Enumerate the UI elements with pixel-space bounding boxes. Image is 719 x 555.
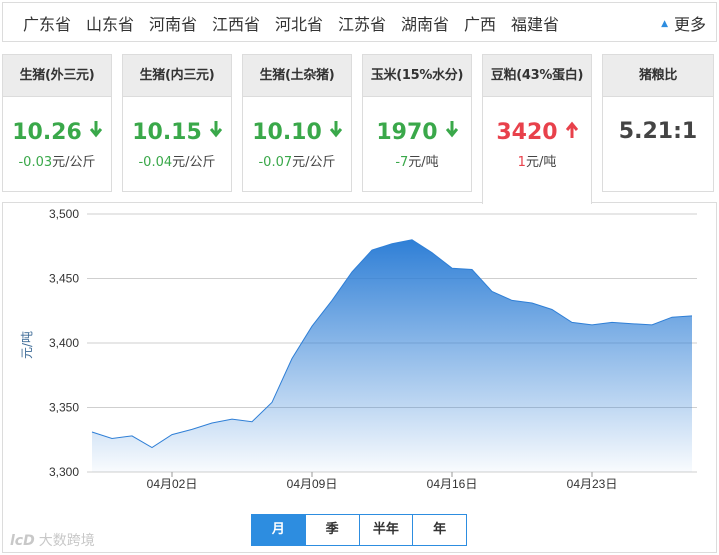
- card-change: -0.07元/公斤: [243, 151, 351, 170]
- card-title: 玉米(15%水分): [363, 55, 471, 97]
- triangle-up-icon: ▲: [661, 19, 668, 29]
- change-value: -0.04: [138, 155, 173, 170]
- card-price: 3420: [483, 119, 591, 145]
- y-tick-label: 3,450: [49, 272, 79, 286]
- more-button[interactable]: ▲ 更多: [661, 11, 706, 35]
- card-price: 1970: [363, 119, 471, 145]
- province-fujian[interactable]: 福建省: [511, 11, 559, 35]
- card-title: 豆粕(43%蛋白): [483, 55, 591, 97]
- tab-month[interactable]: 月: [252, 515, 306, 545]
- price-card-pig-local[interactable]: 生猪(土杂猪) 10.10 -0.07元/公斤: [242, 54, 352, 192]
- province-guangxi[interactable]: 广西: [464, 11, 496, 35]
- change-value: -7: [395, 155, 409, 170]
- x-tick-label: 04月02日: [147, 477, 198, 491]
- change-value: 1: [517, 155, 526, 170]
- price-card-corn[interactable]: 玉米(15%水分) 1970 -7元/吨: [362, 54, 472, 192]
- watermark-logo: lcD: [10, 533, 35, 549]
- card-price: 10.15: [123, 119, 231, 145]
- change-unit: 元/吨: [408, 155, 439, 170]
- y-tick-label: 3,300: [49, 465, 79, 479]
- province-shandong[interactable]: 山东省: [86, 11, 134, 35]
- price-card-pig-grain-ratio[interactable]: 猪粮比 5.21:1: [602, 54, 714, 192]
- card-price: 10.26: [3, 119, 111, 145]
- y-tick-label: 3,400: [49, 336, 79, 350]
- tab-half-year[interactable]: 半年: [360, 515, 414, 545]
- tab-quarter[interactable]: 季: [306, 515, 360, 545]
- arrow-down-icon: [329, 119, 342, 144]
- price-card-pig-outer[interactable]: 生猪(外三元) 10.26 -0.03元/公斤: [2, 54, 112, 192]
- province-henan[interactable]: 河南省: [149, 11, 197, 35]
- province-hunan[interactable]: 湖南省: [401, 11, 449, 35]
- province-hebei[interactable]: 河北省: [275, 11, 323, 35]
- arrow-down-icon: [89, 119, 102, 144]
- price-chart: 3,300 3,350 3,400 3,450 3,500 04月02日 04月09日 04月…: [20, 207, 697, 491]
- y-tick-label: 3,500: [49, 207, 79, 221]
- change-value: -0.03: [18, 155, 53, 170]
- period-tabs: 月 季 半年 年: [251, 514, 467, 546]
- y-axis-label: 元/吨: [20, 331, 34, 359]
- watermark-text: 大数跨境: [38, 533, 95, 549]
- arrow-up-icon: [565, 119, 578, 144]
- tab-year[interactable]: 年: [413, 515, 466, 545]
- x-tick-label: 04月16日: [427, 477, 478, 491]
- x-tick-label: 04月23日: [567, 477, 618, 491]
- province-jiangsu[interactable]: 江苏省: [338, 11, 386, 35]
- change-unit: 元/公斤: [172, 155, 216, 170]
- card-title: 猪粮比: [603, 55, 713, 97]
- province-bar: 广东省 山东省 河南省 江西省 河北省 江苏省 湖南省 广西 福建省 ▲ 更多: [2, 2, 717, 42]
- change-unit: 元/公斤: [52, 155, 96, 170]
- price-card-pig-inner[interactable]: 生猪(内三元) 10.15 -0.04元/公斤: [122, 54, 232, 192]
- arrow-down-icon: [445, 119, 458, 144]
- change-unit: 元/公斤: [292, 155, 336, 170]
- y-tick-label: 3,350: [49, 401, 79, 415]
- price-card-soymeal[interactable]: 豆粕(43%蛋白) 3420 1元/吨: [482, 54, 592, 204]
- more-label: 更多: [673, 15, 706, 34]
- card-price: 10.10: [243, 119, 351, 145]
- chart-panel: 3,300 3,350 3,400 3,450 3,500 04月02日 04月09日 04月…: [2, 202, 717, 553]
- card-title: 生猪(外三元): [3, 55, 111, 97]
- card-change: -0.04元/公斤: [123, 151, 231, 170]
- watermark: lcD 大数跨境: [10, 530, 95, 550]
- card-change: -0.03元/公斤: [3, 151, 111, 170]
- price-value: 3420: [496, 120, 558, 145]
- card-change: -7元/吨: [363, 151, 471, 170]
- card-price: 5.21:1: [603, 119, 713, 144]
- price-value: 10.10: [252, 120, 322, 145]
- price-value: 10.26: [12, 120, 82, 145]
- price-value: 5.21:1: [618, 119, 698, 144]
- province-guangdong[interactable]: 广东省: [23, 11, 71, 35]
- change-value: -0.07: [258, 155, 293, 170]
- card-change: 1元/吨: [483, 151, 591, 170]
- price-value: 10.15: [132, 120, 202, 145]
- arrow-down-icon: [209, 119, 222, 144]
- change-unit: 元/吨: [525, 155, 557, 170]
- card-title: 生猪(土杂猪): [243, 55, 351, 97]
- card-title: 生猪(内三元): [123, 55, 231, 97]
- series-area: [92, 239, 692, 472]
- x-tick-label: 04月09日: [287, 477, 338, 491]
- province-jiangxi[interactable]: 江西省: [212, 11, 260, 35]
- price-value: 1970: [376, 120, 438, 145]
